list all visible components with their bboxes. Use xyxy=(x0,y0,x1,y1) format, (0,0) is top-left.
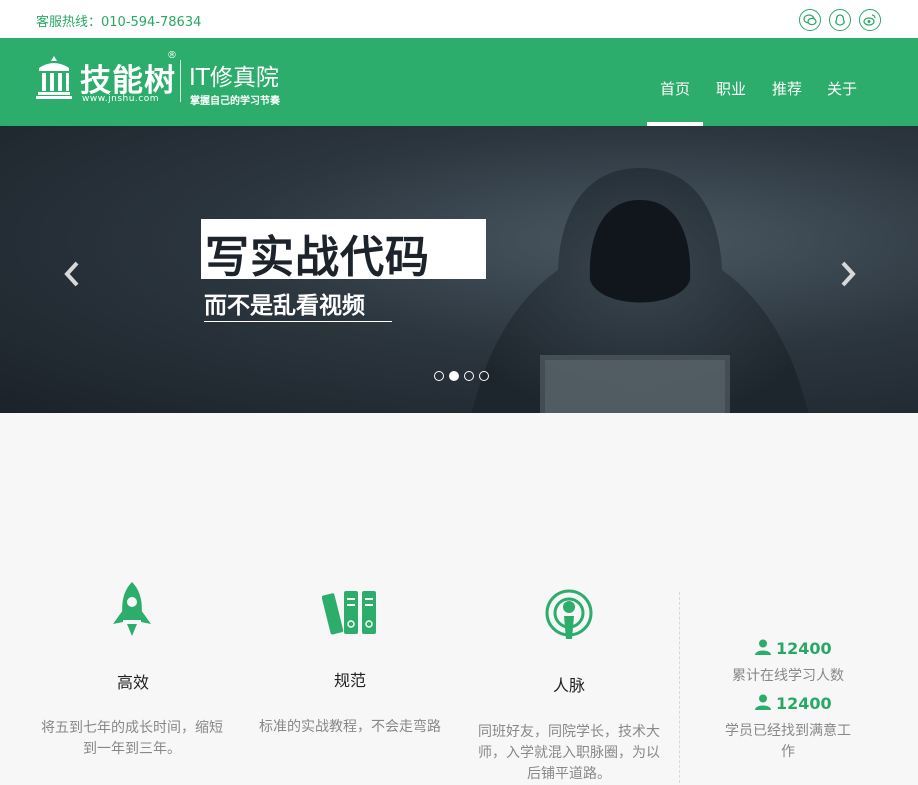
books-icon xyxy=(322,591,376,635)
stat-value-employed: 12400 xyxy=(776,694,832,713)
hotline-text: 客服热线：010-594-78634 xyxy=(36,15,202,30)
hooded-hacker-image xyxy=(471,168,809,413)
logo-divider xyxy=(180,60,181,102)
user-icon xyxy=(755,694,771,710)
wechat-icon[interactable] xyxy=(799,9,821,31)
stat-label-online: 累计在线学习人数 xyxy=(718,666,858,687)
carousel-next-icon[interactable] xyxy=(836,259,860,289)
stat-value-online: 12400 xyxy=(776,639,832,658)
feature-title-standard: 规范 xyxy=(333,671,366,690)
rocket-icon xyxy=(113,582,151,636)
stat-label-line: 累计在线学习人数 xyxy=(732,668,844,684)
nav-recommend[interactable]: 推荐 xyxy=(772,78,802,99)
logo-icon[interactable] xyxy=(36,54,72,100)
feature-desc-line: 标准的实战教程，不会走弯路 xyxy=(259,719,441,735)
feature-desc-line: 将五到七年的成长时间，缩短 xyxy=(41,720,223,736)
qq-icon[interactable] xyxy=(829,9,851,31)
feature-title-efficient: 高效 xyxy=(116,673,149,692)
nav-career[interactable]: 职业 xyxy=(716,78,746,99)
feature-desc-line: 到一年到三年。 xyxy=(83,741,181,757)
feature-desc-line: 后铺平道路。 xyxy=(527,766,611,782)
broadcast-icon xyxy=(545,589,593,639)
feature-desc-line: 同班好友，同院学长，技术大 xyxy=(478,724,660,740)
user-icon xyxy=(755,639,771,655)
nav-about[interactable]: 关于 xyxy=(827,78,857,99)
feature-desc-line: 师，入学就混入职脉圈，为以 xyxy=(478,745,660,761)
banner-subline: 而不是乱看视频 xyxy=(204,293,365,319)
logo-slogan: 掌握自己的学习节奏 xyxy=(190,96,280,107)
carousel-dot-2[interactable] xyxy=(449,371,459,381)
banner-headline: 写实战代码 xyxy=(205,232,430,283)
stats-divider xyxy=(679,592,680,783)
nav-home[interactable]: 首页 xyxy=(660,78,690,99)
feature-desc-efficient: 将五到七年的成长时间，缩短 到一年到三年。 xyxy=(26,718,238,760)
carousel-dot-4[interactable] xyxy=(479,371,489,381)
subline-underline xyxy=(204,321,392,322)
top-bar: 客服热线：010-594-78634 xyxy=(0,0,918,38)
feature-desc-network: 同班好友，同院学长，技术大 师，入学就混入职脉圈，为以 后铺平道路。 xyxy=(468,722,670,785)
logo-url: www.jnshu.com xyxy=(82,94,160,104)
stat-label-line: 学员已经找到满意工 xyxy=(725,723,851,739)
stat-label-employed: 学员已经找到满意工 作 xyxy=(718,721,858,763)
weibo-icon[interactable] xyxy=(859,9,881,31)
logo-subtitle: IT修真院 xyxy=(189,65,279,91)
logo-registered-mark: ® xyxy=(167,50,177,61)
carousel-dot-1[interactable] xyxy=(434,371,444,381)
carousel-indicators xyxy=(434,371,489,381)
feature-desc-standard: 标准的实战教程，不会走弯路 xyxy=(248,717,452,738)
stat-label-line: 作 xyxy=(781,744,795,760)
carousel-prev-icon[interactable] xyxy=(60,259,84,289)
hero-carousel[interactable]: 写实战代码 而不是乱看视频 xyxy=(0,126,918,413)
feature-title-network: 人脉 xyxy=(552,676,585,695)
carousel-dot-3[interactable] xyxy=(464,371,474,381)
main-header: 技能树 ® www.jnshu.com IT修真院 掌握自己的学习节奏 首页 职… xyxy=(0,38,918,126)
